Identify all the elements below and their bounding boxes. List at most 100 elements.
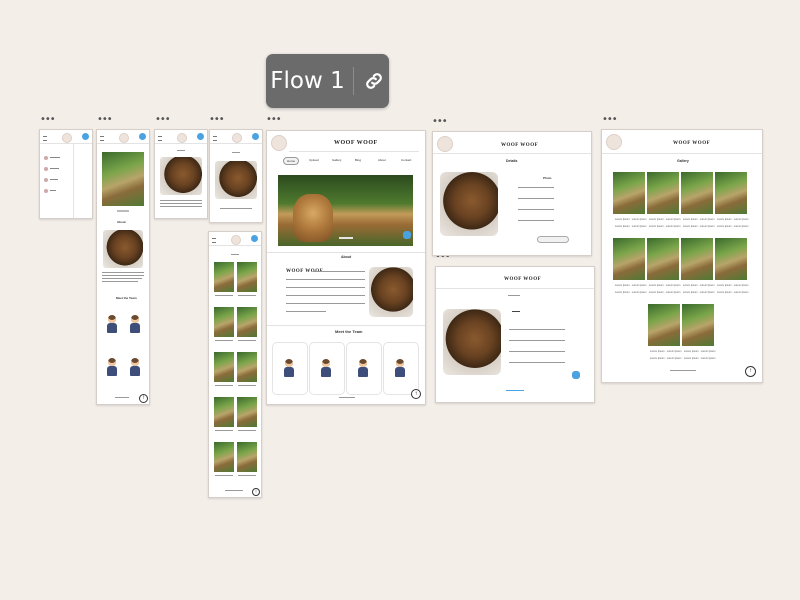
photo-caption: Lorem Ipsum · Lorem Ipsum: [717, 291, 749, 294]
hamburger-icon[interactable]: [212, 238, 216, 243]
hamburger-icon[interactable]: [100, 136, 104, 141]
gallery-photo[interactable]: [682, 304, 714, 346]
team-card[interactable]: [346, 342, 382, 395]
nav-item-home[interactable]: Home: [283, 157, 300, 165]
header-divider: [40, 143, 92, 144]
gallery-photo[interactable]: [237, 442, 257, 472]
gallery-photo[interactable]: [214, 397, 234, 427]
dog-photo: [443, 309, 501, 375]
camera-icon[interactable]: [197, 133, 204, 140]
cta-button[interactable]: [537, 236, 569, 243]
frame-menu-dots[interactable]: •••: [155, 115, 171, 125]
camera-icon[interactable]: [403, 231, 411, 239]
gallery-photo[interactable]: [214, 442, 234, 472]
link-text[interactable]: [220, 208, 252, 209]
frame-desktop-gallery[interactable]: WOOF WOOF Gallery Lorem Ipsum · Lorem Ip…: [601, 129, 763, 383]
gallery-photo[interactable]: [715, 172, 747, 214]
gallery-photo[interactable]: [647, 238, 679, 280]
nav-item-about[interactable]: About: [375, 157, 389, 163]
gallery-photo[interactable]: [715, 238, 747, 280]
camera-icon[interactable]: [572, 371, 580, 379]
photo-caption: [215, 475, 233, 476]
frame-desktop-home[interactable]: WOOF WOOF Home Upload Gallery Blog About Cont…: [266, 130, 426, 405]
blue-link[interactable]: [506, 390, 524, 391]
text-line: [286, 311, 326, 312]
team-card[interactable]: [272, 342, 308, 395]
text-line: [160, 206, 202, 207]
menu-item-home[interactable]: [50, 157, 60, 158]
gallery-photo[interactable]: [214, 262, 234, 292]
photo-caption: Lorem Ipsum · Lorem Ipsum: [684, 357, 716, 360]
scroll-up-button[interactable]: ↑: [745, 366, 756, 377]
gallery-photo[interactable]: [237, 352, 257, 382]
frame-menu-dots[interactable]: •••: [432, 117, 448, 127]
frame-menu-dots[interactable]: •••: [97, 115, 113, 125]
frame-mobile-photo[interactable]: [209, 129, 263, 223]
frame-desktop-photo[interactable]: WOOF WOOF: [435, 266, 595, 403]
logo: [119, 133, 129, 143]
frame-desktop-detail[interactable]: WOOF WOOF Details Photo: [432, 131, 592, 256]
dog-photo: [103, 230, 143, 268]
team-card[interactable]: [383, 342, 419, 395]
frame-menu-dots[interactable]: •••: [209, 115, 225, 125]
text-line: [509, 340, 565, 341]
frame-mobile-detail[interactable]: [154, 129, 208, 219]
gallery-photo[interactable]: [648, 304, 680, 346]
menu-item-gallery[interactable]: [50, 179, 58, 180]
carousel-dots[interactable]: [117, 210, 129, 212]
frame-mobile-gallery[interactable]: ↑: [208, 231, 262, 498]
gallery-photo[interactable]: [613, 238, 645, 280]
nav-item-blog[interactable]: Blog: [352, 157, 364, 163]
section-divider: [267, 252, 425, 253]
frame-menu-dots[interactable]: •••: [40, 115, 56, 125]
nav-item-contact[interactable]: Contact: [398, 157, 414, 163]
detail-heading: Details: [506, 159, 518, 163]
gallery-photo[interactable]: [237, 307, 257, 337]
flow-title: Flow 1: [270, 68, 345, 94]
gallery-photo[interactable]: [681, 172, 713, 214]
frame-mobile-home[interactable]: About Meet the Team ↑: [96, 129, 150, 405]
scroll-up-button[interactable]: ↑: [411, 389, 421, 399]
text-line: [518, 220, 554, 221]
gallery-heading: Gallery: [677, 159, 689, 163]
carousel-dots[interactable]: [339, 237, 353, 239]
gallery-photo[interactable]: [214, 307, 234, 337]
nav-item-upload[interactable]: Upload: [306, 157, 322, 163]
section-heading: [232, 152, 240, 153]
scroll-up-button[interactable]: ↑: [252, 488, 260, 496]
logo: [437, 136, 453, 152]
scroll-up-button[interactable]: ↑: [139, 394, 148, 403]
gallery-photo[interactable]: [237, 397, 257, 427]
hamburger-icon[interactable]: [43, 136, 47, 141]
camera-icon[interactable]: [252, 133, 259, 140]
text-line: [286, 303, 365, 304]
team-card[interactable]: [309, 342, 345, 395]
menu-item-upload[interactable]: [50, 168, 59, 169]
dog-photo: [440, 172, 498, 236]
hamburger-icon[interactable]: [158, 136, 162, 141]
menu-item-blog[interactable]: [50, 190, 56, 191]
text-line: [286, 295, 365, 296]
section-heading: [231, 254, 239, 255]
camera-icon[interactable]: [82, 133, 89, 140]
photo-caption: [238, 295, 256, 296]
frame-menu-dots[interactable]: •••: [602, 115, 618, 125]
photo-caption: Lorem Ipsum · Lorem Ipsum: [717, 218, 749, 221]
photo-caption: Lorem Ipsum · Lorem Ipsum: [683, 225, 715, 228]
flow-label-pill[interactable]: Flow 1: [266, 54, 389, 108]
link-icon[interactable]: [363, 70, 385, 92]
frame-mobile-menu[interactable]: [39, 129, 93, 219]
gallery-photo[interactable]: [214, 352, 234, 382]
nav-item-gallery[interactable]: Gallery: [329, 157, 345, 163]
menu-gallery-icon: [44, 178, 48, 182]
header-divider: [602, 153, 762, 154]
gallery-photo[interactable]: [237, 262, 257, 292]
gallery-photo[interactable]: [613, 172, 645, 214]
hamburger-icon[interactable]: [213, 136, 217, 141]
frame-menu-dots[interactable]: •••: [266, 115, 282, 125]
gallery-photo[interactable]: [681, 238, 713, 280]
photo-caption: [238, 430, 256, 431]
gallery-photo[interactable]: [647, 172, 679, 214]
camera-icon[interactable]: [139, 133, 146, 140]
camera-icon[interactable]: [251, 235, 258, 242]
